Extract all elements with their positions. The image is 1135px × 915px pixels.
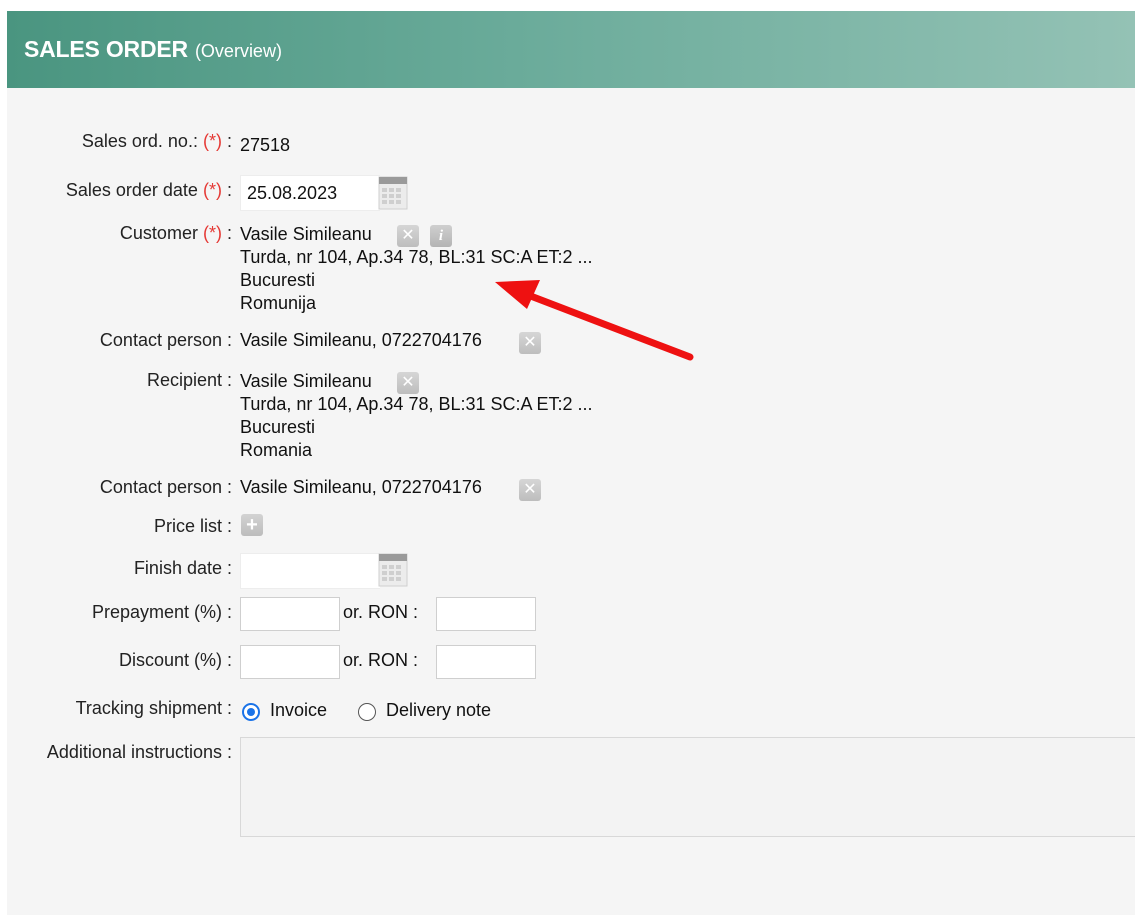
label-contact-person-2: Contact person : bbox=[99, 477, 232, 497]
label-price-list: Price list : bbox=[153, 516, 232, 536]
contact-person-2-value: Vasile Simileanu, 0722704176 bbox=[240, 477, 482, 497]
customer-address: Turda, nr 104, Ap.34 78, BL:31 SC:A ET:2… bbox=[240, 247, 593, 267]
add-price-list-icon[interactable]: + bbox=[241, 514, 263, 536]
label-sales-order-date: Sales order date (*) : bbox=[65, 180, 232, 200]
clear-customer-icon[interactable]: ✕ bbox=[397, 225, 419, 247]
finish-date-input[interactable] bbox=[240, 553, 380, 589]
sales-order-date-input[interactable]: 25.08.2023 bbox=[240, 175, 380, 211]
radio-delivery-note[interactable] bbox=[358, 703, 376, 721]
calendar-icon[interactable] bbox=[378, 176, 408, 210]
recipient-city: Bucuresti bbox=[240, 417, 316, 437]
required-mark: (*) bbox=[202, 131, 222, 151]
label-additional-instructions: Additional instructions : bbox=[46, 742, 232, 762]
clear-contact-person-2-icon[interactable]: ✕ bbox=[519, 479, 541, 501]
label-customer: Customer (*) : bbox=[119, 223, 232, 243]
contact-person-1-value: Vasile Simileanu, 0722704176 bbox=[240, 330, 482, 350]
label-contact-person-1: Contact person : bbox=[99, 330, 232, 350]
label-finish-date: Finish date : bbox=[133, 558, 232, 578]
discount-ron-input[interactable] bbox=[436, 645, 536, 679]
recipient-country: Romania bbox=[240, 440, 313, 460]
prepayment-ron-input[interactable] bbox=[436, 597, 536, 631]
sales-order-no-value: 27518 bbox=[240, 135, 291, 155]
additional-instructions-textarea[interactable] bbox=[240, 737, 1135, 837]
label-tracking-shipment: Tracking shipment : bbox=[75, 698, 232, 718]
label-discount: Discount (%) : bbox=[118, 650, 232, 670]
label-sales-order-no: Sales ord. no.: (*) : bbox=[81, 131, 232, 151]
required-mark: (*) bbox=[202, 180, 222, 200]
sales-order-panel: SALES ORDER (Overview) Sales ord. no.: (… bbox=[7, 11, 1135, 915]
clear-recipient-icon[interactable]: ✕ bbox=[397, 372, 419, 394]
clear-contact-person-1-icon[interactable]: ✕ bbox=[519, 332, 541, 354]
panel-header: SALES ORDER (Overview) bbox=[7, 11, 1135, 88]
calendar-icon[interactable] bbox=[378, 553, 408, 587]
label-recipient: Recipient : bbox=[146, 370, 232, 390]
customer-country: Romunija bbox=[240, 293, 317, 313]
discount-percent-input[interactable] bbox=[240, 645, 340, 679]
prepayment-or-ron-label: or. RON : bbox=[343, 602, 419, 622]
page-title: SALES ORDER bbox=[24, 36, 188, 62]
recipient-address: Turda, nr 104, Ap.34 78, BL:31 SC:A ET:2… bbox=[240, 394, 593, 414]
discount-or-ron-label: or. RON : bbox=[343, 650, 419, 670]
radio-invoice[interactable] bbox=[242, 703, 260, 721]
label-prepayment: Prepayment (%) : bbox=[91, 602, 232, 622]
customer-info-icon[interactable]: i bbox=[430, 225, 452, 247]
prepayment-percent-input[interactable] bbox=[240, 597, 340, 631]
radio-delivery-note-label[interactable]: Delivery note bbox=[386, 700, 491, 721]
page-subtitle: (Overview) bbox=[194, 40, 282, 61]
required-mark: (*) bbox=[202, 223, 222, 243]
customer-city: Bucuresti bbox=[240, 270, 316, 290]
radio-invoice-label[interactable]: Invoice bbox=[270, 700, 327, 721]
